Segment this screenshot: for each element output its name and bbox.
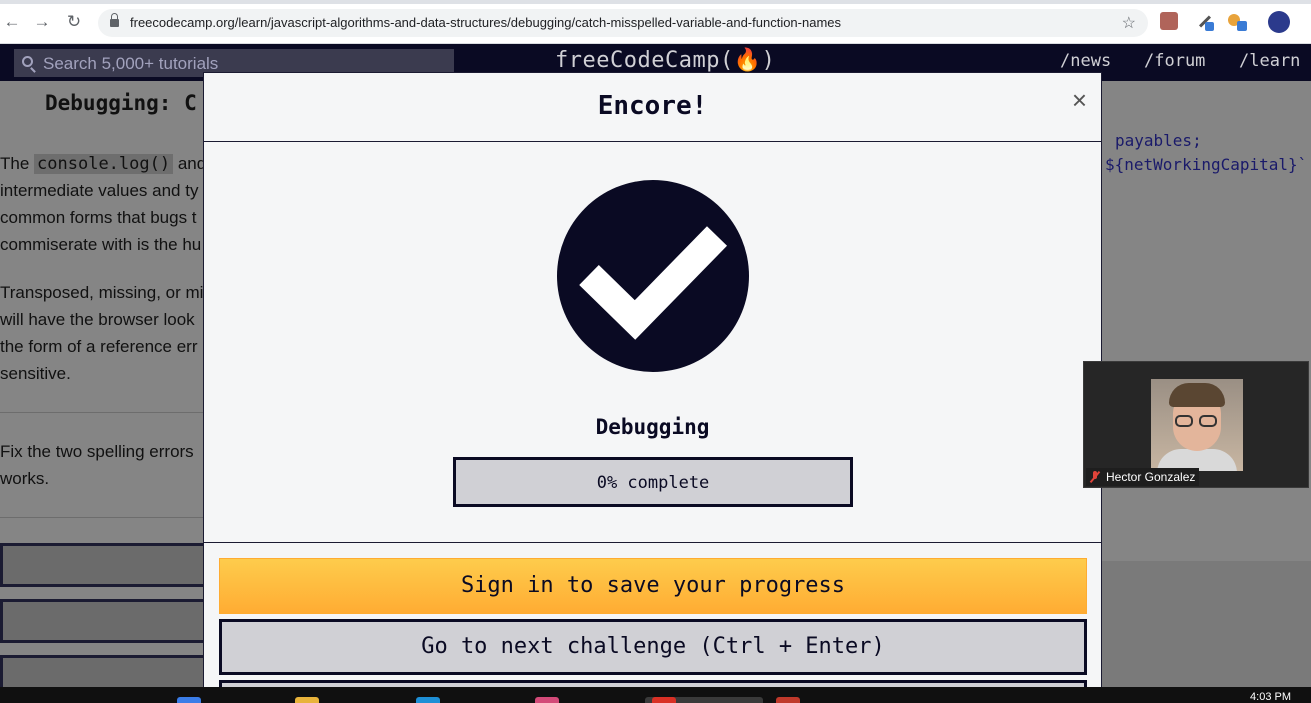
chrome-icon[interactable] bbox=[652, 697, 676, 703]
modal-header: Encore! × bbox=[204, 73, 1101, 142]
reset-button[interactable] bbox=[0, 599, 206, 643]
lesson-paragraph-2-line-2: will have the browser look bbox=[0, 310, 195, 329]
code-line: ${netWorkingCapital}` bbox=[1105, 155, 1308, 174]
progress-bar: 0% complete bbox=[453, 457, 853, 507]
search-placeholder: Search 5,000+ tutorials bbox=[43, 54, 219, 73]
lesson-paragraph-1-line-4: commiserate with is the hu bbox=[0, 235, 202, 254]
windows-taskbar: 4:03 PM bbox=[0, 687, 1311, 703]
participant-name: Hector Gonzalez bbox=[1106, 470, 1196, 484]
lesson-paragraph-1-line-2: intermediate values and ty bbox=[0, 181, 199, 200]
code-editor[interactable]: payables; ${netWorkingCapital}` bbox=[1101, 125, 1311, 565]
divider bbox=[0, 412, 205, 413]
progress-text: 0% complete bbox=[596, 473, 710, 493]
help-button[interactable] bbox=[0, 655, 206, 687]
tab-strip bbox=[0, 0, 1311, 4]
fcc-logo[interactable]: freeCodeCamp(🔥) bbox=[555, 48, 775, 73]
close-icon[interactable]: × bbox=[1072, 87, 1087, 113]
lesson-text: The bbox=[0, 154, 30, 173]
browser-toolbar: ← → ↻ freecodecamp.org/learn/javascript-… bbox=[0, 0, 1311, 44]
taskbar-app-icon[interactable] bbox=[416, 697, 440, 703]
taskbar-app-icon[interactable] bbox=[177, 697, 201, 703]
video-call-tile[interactable]: Hector Gonzalez bbox=[1083, 361, 1309, 488]
lesson-text: and bbox=[177, 154, 205, 173]
checkmark-icon bbox=[557, 180, 749, 372]
bookmark-star-icon[interactable]: ☆ bbox=[1122, 13, 1136, 33]
nav-link-news[interactable]: /news bbox=[1060, 51, 1111, 71]
lesson-title: Debugging: C bbox=[45, 91, 197, 115]
modal-divider bbox=[204, 542, 1101, 543]
lesson-paragraph-3-line-1: Fix the two spelling errors bbox=[0, 442, 194, 461]
lesson-paragraph-3-line-2: works. bbox=[0, 469, 50, 488]
participant-video bbox=[1151, 379, 1243, 471]
honey-extension-icon[interactable] bbox=[1228, 12, 1248, 32]
modal-title: Encore! bbox=[597, 91, 708, 121]
taskbar-clock: 4:03 PM bbox=[1250, 691, 1291, 703]
code-line: payables; bbox=[1115, 131, 1202, 150]
reload-icon[interactable]: ↻ bbox=[64, 12, 84, 32]
certification-name: Debugging bbox=[595, 415, 710, 439]
lesson-paragraph-2-line-4: sensitive. bbox=[0, 364, 71, 383]
run-tests-button[interactable] bbox=[0, 543, 206, 587]
back-icon[interactable]: ← bbox=[2, 12, 22, 32]
nav-link-forum[interactable]: /forum bbox=[1144, 51, 1205, 71]
lesson-paragraph-2-line-3: the form of a reference err bbox=[0, 337, 198, 356]
forward-icon[interactable]: → bbox=[32, 12, 52, 32]
participant-name-label: Hector Gonzalez bbox=[1086, 468, 1200, 486]
lesson-paragraph-2-line-1: Transposed, missing, or mi bbox=[0, 283, 204, 302]
search-icon bbox=[22, 56, 33, 67]
pen-extension-icon[interactable] bbox=[1196, 12, 1214, 31]
sign-in-button[interactable]: Sign in to save your progress bbox=[219, 558, 1087, 614]
divider bbox=[0, 517, 205, 518]
nav-link-learn[interactable]: /learn bbox=[1239, 51, 1300, 71]
completion-modal: Encore! × Debugging 0% complete Sign in … bbox=[203, 72, 1102, 700]
muted-mic-icon bbox=[1091, 471, 1099, 483]
lesson-paragraph-1-line-1: The console.log() and bbox=[0, 150, 205, 178]
pdf-extension-icon[interactable] bbox=[1160, 12, 1178, 30]
taskbar-app-icon[interactable] bbox=[295, 697, 319, 703]
url-text[interactable]: freecodecamp.org/learn/javascript-algori… bbox=[130, 15, 841, 30]
taskbar-app-icon[interactable] bbox=[535, 697, 559, 703]
profile-avatar-icon[interactable] bbox=[1268, 11, 1290, 33]
console-output bbox=[1101, 561, 1311, 687]
lock-icon bbox=[110, 13, 119, 28]
lesson-paragraph-1-line-3: common forms that bugs t bbox=[0, 208, 197, 227]
code-chip: console.log() bbox=[34, 154, 174, 174]
address-bar[interactable]: freecodecamp.org/learn/javascript-algori… bbox=[98, 9, 1148, 37]
next-challenge-button[interactable]: Go to next challenge (Ctrl + Enter) bbox=[219, 619, 1087, 675]
taskbar-app-icon[interactable] bbox=[776, 697, 800, 703]
